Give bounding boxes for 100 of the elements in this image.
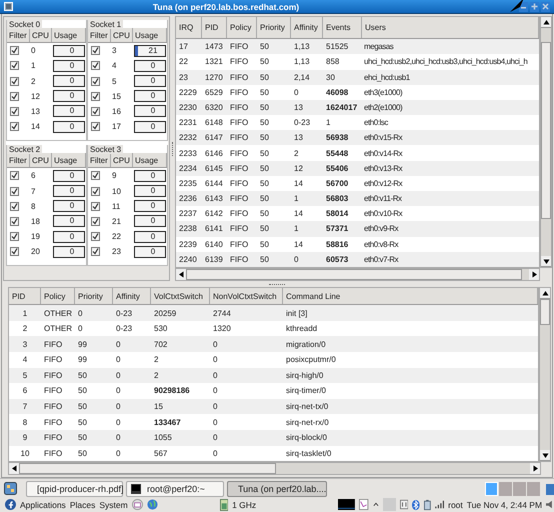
- table-cell-text: sirq-timer/0: [285, 386, 328, 396]
- table-cell-text: 58014: [325, 209, 350, 218]
- table-cell-text: FIFO: [43, 340, 64, 349]
- table-cell-text: 0: [212, 433, 218, 442]
- column-header[interactable]: Usage: [133, 153, 167, 168]
- table-cell-text: eth0:v10-Rx: [363, 209, 404, 218]
- column-header[interactable]: IRQ: [176, 17, 202, 38]
- table-cell-text: 50: [77, 433, 88, 442]
- table-cell-text: 0: [115, 340, 122, 349]
- table-cell-text: 6146: [204, 148, 224, 158]
- column-header[interactable]: Filter: [7, 28, 30, 42]
- table-cell-text: 2: [153, 355, 160, 364]
- usage-value: 0: [150, 91, 156, 102]
- cpu-number: 3: [111, 46, 118, 56]
- table-cell-text: uhci_hcd:usb2,uhci_hcd:usb3,uhci_hcd:usb4,uhci_h: [363, 57, 528, 66]
- socket-label: Socket 2: [7, 145, 42, 154]
- table-cell-text: FIFO: [43, 433, 64, 442]
- column-header[interactable]: Usage: [52, 153, 86, 168]
- taskbar-button[interactable]: root@perf20:~: [126, 480, 224, 497]
- table-cell-text: 6: [22, 386, 28, 396]
- table-cell-text: 0-23: [115, 308, 134, 318]
- column-header[interactable]: Filter: [88, 28, 111, 42]
- usage-value: 0: [150, 106, 156, 116]
- table-cell-text: 56938: [325, 133, 350, 142]
- table-cell-text: 14: [293, 178, 304, 188]
- table-cell-text: FIFO: [229, 102, 250, 112]
- table-cell-text: 858: [325, 57, 340, 66]
- table-cell-text: 90298186: [153, 386, 191, 396]
- usage-value: 0: [68, 170, 76, 181]
- column-header[interactable]: NonVolCtxtSwitch: [210, 288, 283, 304]
- column-header[interactable]: Filter: [7, 153, 30, 168]
- table-cell-text: 13: [293, 102, 304, 112]
- table-cell-text: 50: [77, 402, 88, 412]
- taskbar-button[interactable]: Tuna (on perf20.lab....: [227, 480, 327, 497]
- column-header[interactable]: Policy: [227, 17, 257, 38]
- table-cell-text: 0: [212, 355, 218, 364]
- column-header[interactable]: Priority: [257, 17, 291, 38]
- column-header[interactable]: Events: [323, 17, 362, 38]
- table-cell-text: 0: [293, 88, 300, 97]
- table-cell-text: 1624017: [325, 102, 358, 112]
- column-header[interactable]: CPU: [30, 153, 52, 168]
- column-header[interactable]: Affinity: [291, 17, 323, 38]
- table-cell-text: 14: [293, 240, 304, 249]
- table-cell-text: 2,14: [293, 72, 311, 82]
- usage-value: 0: [68, 122, 76, 132]
- column-header[interactable]: Priority: [75, 288, 113, 304]
- column-header[interactable]: CPU: [30, 28, 52, 42]
- column-header[interactable]: Command Line: [283, 288, 538, 304]
- usage-value: 0: [150, 76, 156, 86]
- table-cell-text: sirq-high/0: [285, 370, 324, 380]
- table-cell-text: 1: [325, 118, 332, 128]
- column-header[interactable]: Filter: [88, 153, 111, 168]
- column-header[interactable]: CPU: [111, 28, 133, 42]
- column-header[interactable]: Policy: [41, 288, 75, 304]
- cpu-number: 22: [111, 232, 122, 242]
- cpu-number: 9: [111, 171, 118, 180]
- table-cell-text: 3: [22, 340, 28, 349]
- cpu-number: 1: [30, 61, 36, 70]
- panel-menu[interactable]: Places: [70, 500, 96, 510]
- table-cell-text: 30: [325, 72, 336, 82]
- table-cell-text: 50: [259, 72, 270, 82]
- column-header[interactable]: Usage: [52, 28, 86, 42]
- column-header[interactable]: Usage: [133, 28, 167, 42]
- table-cell-text: 2: [22, 324, 28, 334]
- clock[interactable]: Tue Nov 4, 2:44 PM: [466, 500, 542, 510]
- cpu-number: 23: [111, 247, 122, 256]
- table-cell-text: kthreadd: [285, 324, 318, 334]
- table-cell-text: 50: [259, 224, 270, 234]
- column-header[interactable]: VolCtxtSwitch: [151, 288, 210, 304]
- table-cell-text: 60573: [325, 254, 350, 264]
- table-cell-text: FIFO: [229, 164, 250, 173]
- table-cell-text: 2234: [178, 164, 198, 173]
- table-cell-text: 50: [259, 209, 270, 218]
- table-cell-text: 50: [259, 178, 270, 188]
- table-cell-text: 51525: [325, 42, 350, 52]
- table-cell-text: FIFO: [229, 133, 250, 142]
- table-cell-text: 2: [293, 148, 300, 158]
- panel-menu[interactable]: Applications: [20, 500, 66, 510]
- table-cell-text: sirq-tasklet/0: [285, 448, 332, 458]
- column-header[interactable]: PID: [202, 17, 227, 38]
- table-cell-text: eth0:v11-Rx: [363, 194, 403, 204]
- taskbar-button[interactable]: [qpid-producer-rh.pdf]: [26, 480, 123, 497]
- cpu-number: 2: [30, 76, 36, 86]
- column-header[interactable]: PID: [9, 288, 41, 304]
- table-cell-text: 58816: [325, 240, 350, 249]
- usage-value: 21: [148, 46, 158, 56]
- table-cell-text: 0: [212, 402, 218, 412]
- table-cell-text: FIFO: [229, 194, 250, 204]
- table-cell-text: eth0:v7-Rx: [363, 254, 400, 264]
- table-cell-text: posixcputmr/0: [285, 355, 337, 364]
- table-cell-text: eth0:v14-Rx: [363, 148, 404, 158]
- column-header[interactable]: Affinity: [113, 288, 151, 304]
- panel-menu[interactable]: System: [99, 500, 128, 510]
- table-cell-text: 12: [293, 164, 304, 173]
- table-cell-text: 6148: [204, 118, 224, 128]
- column-header[interactable]: CPU: [111, 153, 133, 168]
- column-header[interactable]: Users: [362, 17, 539, 38]
- cpu-number: 8: [30, 202, 36, 211]
- cpu-number: 6: [30, 171, 36, 180]
- table-cell-text: 0: [212, 418, 218, 427]
